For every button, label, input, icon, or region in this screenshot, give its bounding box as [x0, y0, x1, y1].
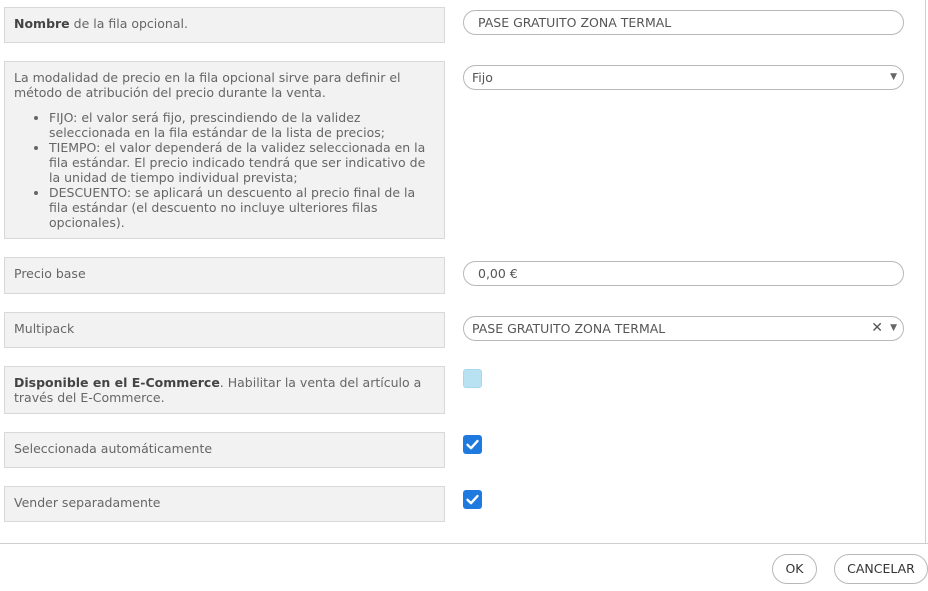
price-mode-list: FIJO: el valor será fijo, prescindiendo …: [49, 110, 435, 230]
price-mode-bullet-tiempo: TIEMPO: el valor dependerá de la validez…: [49, 140, 435, 185]
scrollbar[interactable]: [925, 0, 926, 543]
ecommerce-checkbox[interactable]: [463, 369, 482, 388]
auto-selected-label-text: Seleccionada automáticamente: [14, 441, 213, 456]
base-price-input-value: 0,00 €: [478, 266, 518, 281]
name-input-value: PASE GRATUITO ZONA TERMAL: [478, 15, 672, 30]
ecommerce-label-bold: Disponible en el E-Commerce: [14, 375, 220, 390]
ok-button[interactable]: OK: [772, 554, 817, 584]
base-price-input[interactable]: 0,00 €: [463, 261, 904, 286]
multipack-selected-value: PASE GRATUITO ZONA TERMAL: [472, 321, 666, 336]
checkmark-icon: [466, 494, 479, 505]
price-mode-selected-value: Fijo: [472, 70, 493, 85]
base-price-label-text: Precio base: [14, 266, 86, 281]
auto-selected-label: Seleccionada automáticamente: [4, 432, 445, 468]
price-mode-intro: La modalidad de precio en la fila opcion…: [14, 70, 401, 100]
name-label-bold: Nombre: [14, 16, 70, 31]
sell-separately-label: Vender separadamente: [4, 486, 445, 522]
price-mode-bullet-fijo: FIJO: el valor será fijo, prescindiendo …: [49, 110, 435, 140]
name-label-rest: de la fila opcional.: [69, 16, 188, 31]
price-mode-bullet-descuento: DESCUENTO: se aplicará un descuento al p…: [49, 185, 435, 230]
footer-divider: [0, 543, 928, 544]
name-label: Nombre de la fila opcional.: [4, 7, 445, 43]
ecommerce-label: Disponible en el E-Commerce. Habilitar l…: [4, 366, 445, 414]
sell-separately-label-text: Vender separadamente: [14, 495, 161, 510]
multipack-select[interactable]: PASE GRATUITO ZONA TERMAL ✕ ▼: [463, 316, 904, 341]
chevron-down-icon[interactable]: ▼: [890, 66, 897, 89]
chevron-down-icon[interactable]: ▼: [890, 317, 897, 340]
clear-icon[interactable]: ✕: [871, 317, 883, 340]
sell-separately-checkbox[interactable]: [463, 490, 482, 509]
base-price-label: Precio base: [4, 257, 445, 294]
auto-selected-checkbox[interactable]: [463, 435, 482, 454]
cancel-button[interactable]: CANCELAR: [834, 554, 928, 584]
checkmark-icon: [466, 439, 479, 450]
price-mode-description: La modalidad de precio en la fila opcion…: [4, 61, 445, 239]
name-input[interactable]: PASE GRATUITO ZONA TERMAL: [463, 10, 904, 35]
price-mode-select[interactable]: Fijo ▼: [463, 65, 904, 90]
multipack-label: Multipack: [4, 312, 445, 348]
multipack-label-text: Multipack: [14, 321, 75, 336]
